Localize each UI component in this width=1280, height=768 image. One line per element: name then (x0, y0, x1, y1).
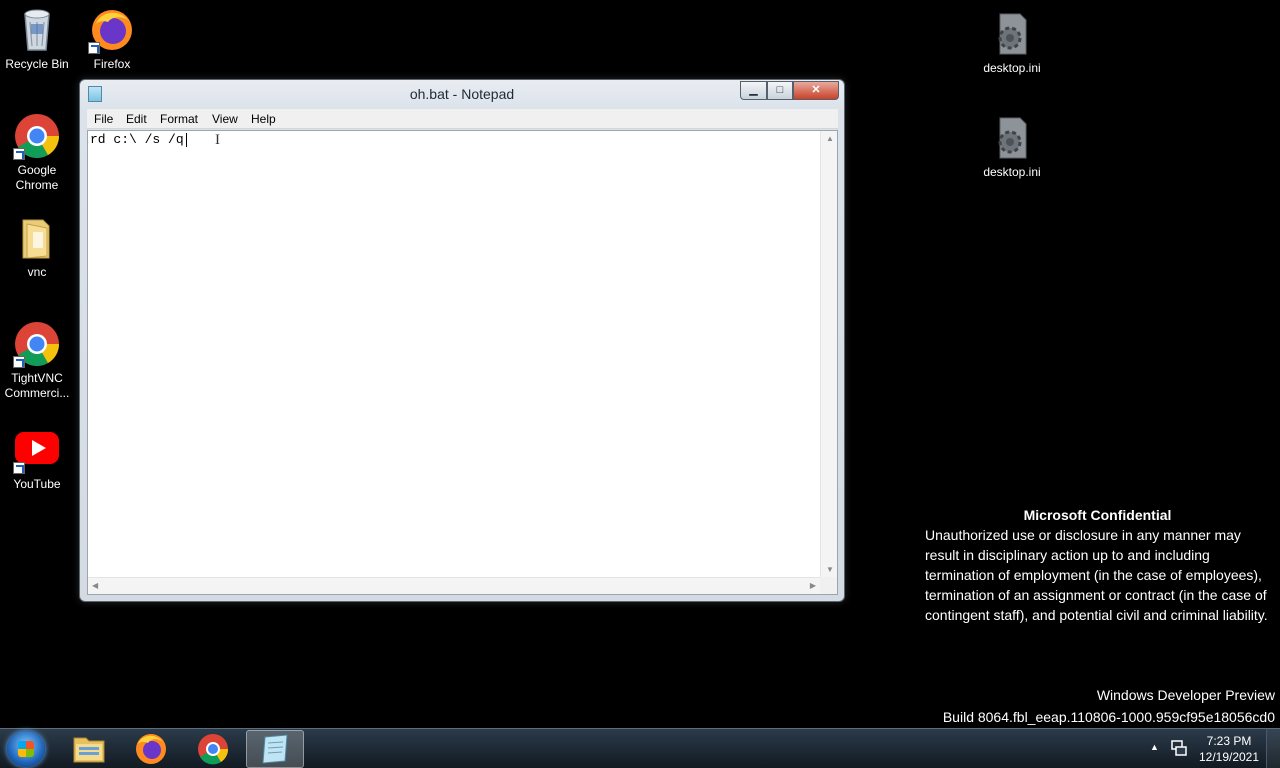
watermark-line-2: Build 8064.fbl_eeap.110806-1000.959cf95e… (942, 709, 1275, 725)
chrome-icon (198, 734, 229, 765)
desktop-icon-label: TightVNC Commerci... (4, 371, 70, 400)
folder-icon (13, 214, 61, 262)
maximize-button[interactable]: □ (767, 81, 793, 100)
desktop-icon-vnc[interactable]: vnc (0, 214, 74, 280)
desktop-icon-google-chrome[interactable]: Google Chrome (0, 112, 74, 193)
horizontal-scrollbar[interactable]: ◀ ▶ (88, 577, 820, 594)
desktop-icon-youtube[interactable]: YouTube (0, 426, 74, 492)
firefox-icon (136, 734, 166, 764)
desktop-icon-label: YouTube (13, 477, 61, 491)
text-editor[interactable]: rd c:\ /s /q I ▲ ▼ ◀ ▶ (87, 130, 838, 595)
menu-edit[interactable]: Edit (126, 112, 147, 126)
show-desktop-button[interactable] (1266, 729, 1280, 768)
notice-title: Microsoft Confidential (1023, 507, 1172, 523)
text-caret (186, 133, 187, 147)
taskbar-chrome-button[interactable] (184, 730, 242, 768)
confidential-notice: Microsoft Confidential Unauthorized use … (925, 505, 1270, 625)
clock-time: 7:23 PM (1206, 734, 1252, 748)
settings-file-icon (988, 10, 1036, 58)
chrome-icon (13, 112, 61, 160)
menu-help[interactable]: Help (251, 112, 276, 126)
ibeam-cursor-icon: I (215, 132, 220, 148)
scroll-down-icon[interactable]: ▼ (826, 565, 834, 574)
menu-format[interactable]: Format (160, 112, 198, 126)
watermark-line-1: Windows Developer Preview (1096, 687, 1275, 703)
menu-bar: File Edit Format View Help (87, 109, 838, 129)
build-watermark: Windows Developer Preview Build 8064.fbl… (943, 684, 1275, 728)
shortcut-arrow-icon (13, 462, 25, 474)
firefox-icon (88, 6, 136, 54)
taskbar-notepad-button[interactable] (246, 730, 304, 768)
notepad-icon (262, 734, 288, 764)
title-bar[interactable]: oh.bat - Notepad ▁ □ ✕ (80, 80, 844, 108)
editor-content: rd c:\ /s /q (90, 132, 184, 147)
size-grip[interactable] (820, 577, 837, 594)
taskbar-firefox-button[interactable] (122, 730, 180, 768)
menu-view[interactable]: View (212, 112, 238, 126)
recycle-bin-icon (13, 6, 61, 54)
youtube-icon (13, 426, 61, 474)
scroll-left-icon[interactable]: ◀ (92, 581, 98, 590)
desktop-icon-label: desktop.ini (983, 61, 1041, 75)
window-title: oh.bat - Notepad (409, 86, 515, 102)
desktop-icon-label: desktop.ini (983, 165, 1041, 179)
settings-file-icon (988, 114, 1036, 162)
desktop-icon-label: Firefox (93, 57, 131, 71)
scroll-right-icon[interactable]: ▶ (810, 581, 816, 590)
desktop-icon-label: Recycle Bin (5, 57, 69, 71)
minimize-button[interactable]: ▁ (740, 81, 767, 100)
shortcut-arrow-icon (13, 148, 25, 160)
explorer-icon (73, 737, 105, 763)
tray-overflow-icon[interactable]: ▲ (1150, 742, 1159, 752)
chrome-icon (13, 320, 61, 368)
taskbar: ▲ 7:23 PM 12/19/2021 (0, 728, 1280, 768)
desktop-icon-tightvnc[interactable]: TightVNC Commerci... (0, 320, 74, 401)
system-clock[interactable]: 7:23 PM 12/19/2021 (1196, 733, 1262, 765)
close-button[interactable]: ✕ (793, 81, 839, 100)
start-button[interactable] (7, 731, 45, 767)
menu-file[interactable]: File (94, 112, 113, 126)
desktop-icon-label: Google Chrome (15, 163, 59, 192)
notepad-window[interactable]: oh.bat - Notepad ▁ □ ✕ File Edit Format … (79, 79, 845, 602)
scroll-up-icon[interactable]: ▲ (826, 134, 834, 143)
network-icon[interactable] (1170, 739, 1188, 760)
desktop-icon-firefox[interactable]: Firefox (75, 6, 149, 72)
shortcut-arrow-icon (88, 42, 100, 54)
taskbar-explorer-button[interactable] (60, 730, 118, 768)
vertical-scrollbar[interactable]: ▲ ▼ (820, 131, 837, 577)
desktop-icon-desktop-ini-1[interactable]: desktop.ini (975, 10, 1049, 76)
desktop-icon-label: vnc (27, 265, 47, 279)
desktop-icon-recycle-bin[interactable]: Recycle Bin (0, 6, 74, 72)
notice-body: Unauthorized use or disclosure in any ma… (925, 527, 1268, 623)
clock-date: 12/19/2021 (1198, 750, 1260, 764)
desktop-icon-desktop-ini-2[interactable]: desktop.ini (975, 114, 1049, 180)
shortcut-arrow-icon (13, 356, 25, 368)
